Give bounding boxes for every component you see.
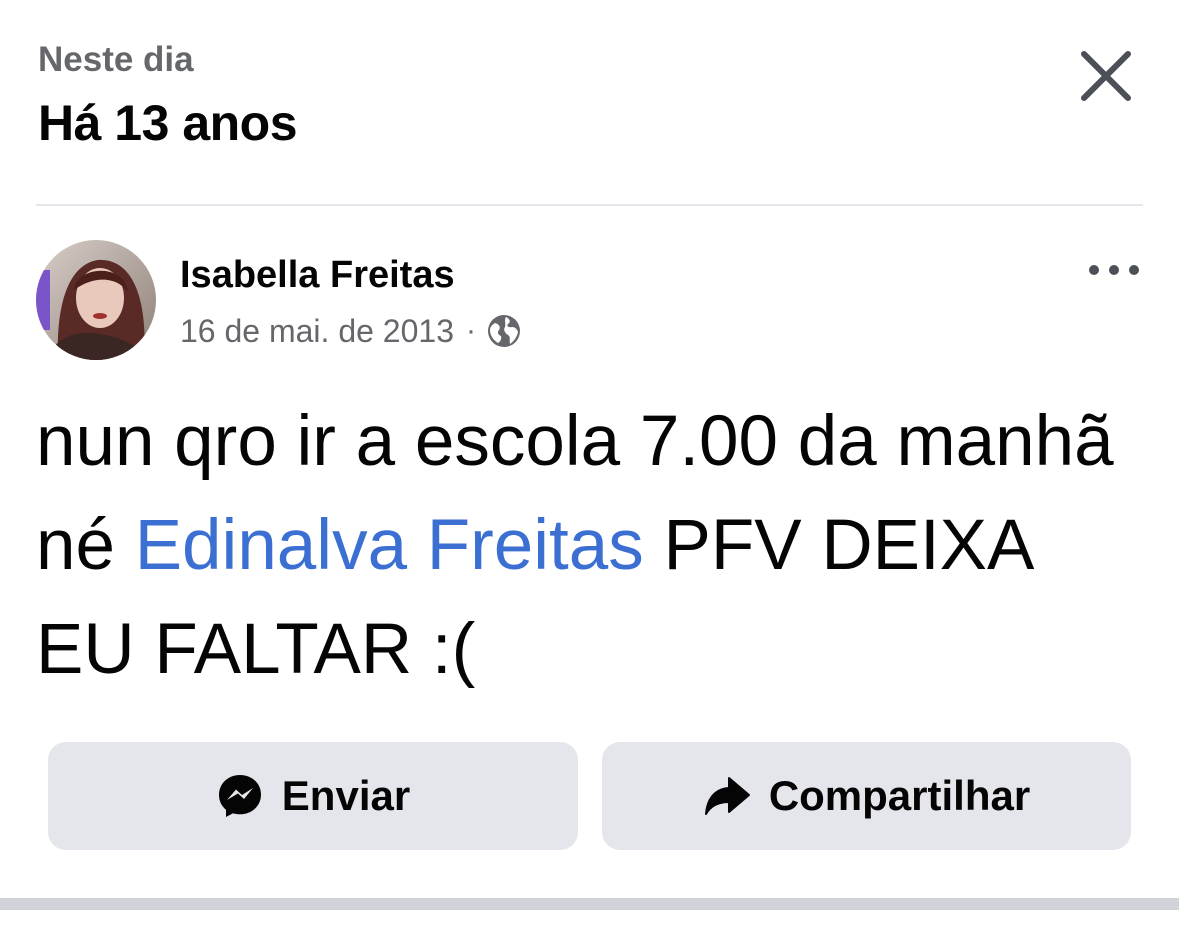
send-button[interactable]: Enviar xyxy=(48,742,578,850)
send-label: Enviar xyxy=(281,772,411,819)
more-icon xyxy=(1089,265,1139,275)
close-icon xyxy=(1081,51,1131,101)
header-subtitle: Neste dia xyxy=(38,40,194,79)
mention-link[interactable]: Edinalva Freitas xyxy=(135,506,644,585)
page-title: Há 13 anos xyxy=(38,95,298,151)
close-button[interactable] xyxy=(1076,46,1136,106)
post-date[interactable]: 16 de mai. de 2013 xyxy=(180,315,454,347)
avatar[interactable] xyxy=(36,240,156,360)
share-label: Compartilhar xyxy=(768,772,1031,819)
share-button[interactable]: Compartilhar xyxy=(602,742,1131,850)
author-name[interactable]: Isabella Freitas xyxy=(180,256,455,294)
globe-icon xyxy=(487,315,520,347)
share-arrow-icon xyxy=(704,777,750,815)
post-meta: 16 de mai. de 2013 · xyxy=(180,311,522,351)
header-divider xyxy=(36,204,1143,206)
more-options-button[interactable] xyxy=(1084,256,1144,284)
bottom-divider xyxy=(0,898,1179,910)
meta-separator: · xyxy=(465,314,476,347)
messenger-icon xyxy=(218,775,261,817)
post-text: nun qro ir a escola 7.00 da manhã né Edi… xyxy=(36,390,1136,702)
